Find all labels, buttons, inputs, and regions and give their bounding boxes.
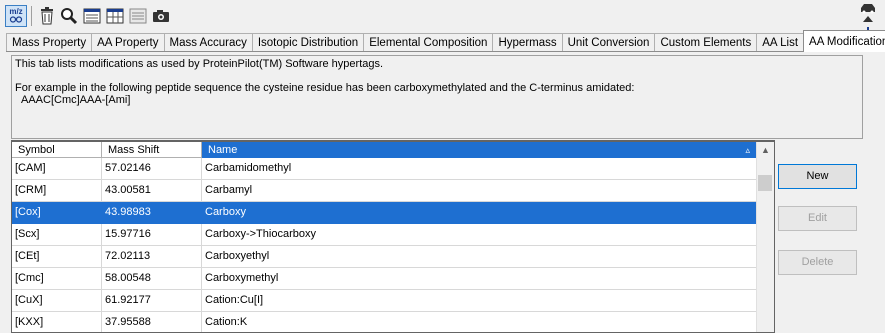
cell-mass-shift: 72.02113	[102, 246, 202, 268]
column-header-name[interactable]: Name ▵	[202, 142, 757, 158]
tab-aa-list[interactable]: AA List	[756, 33, 805, 52]
table-header: Symbol Mass Shift Name ▵	[12, 142, 757, 158]
scroll-up-icon[interactable]: ▲	[757, 142, 774, 158]
table-row[interactable]: [Cmc] 58.00548 Carboxymethyl	[12, 268, 757, 290]
cell-mass-shift: 43.98983	[102, 202, 202, 224]
tab-custom-elements[interactable]: Custom Elements	[654, 33, 758, 52]
table-icon	[106, 8, 124, 24]
list-tool-button[interactable]	[127, 5, 149, 27]
table-row[interactable]: [CuX] 61.92177 Cation:Cu[I]	[12, 290, 757, 312]
delete-tool-button[interactable]	[36, 5, 58, 27]
mz-icon: m/z	[9, 7, 23, 25]
calculator-tool-button[interactable]	[81, 5, 103, 27]
cell-mass-shift: 58.00548	[102, 268, 202, 290]
tab-unit-conversion[interactable]: Unit Conversion	[561, 33, 656, 52]
calculator-icon	[83, 8, 101, 24]
cell-name: Carboxy->Thiocarboxy	[202, 224, 757, 246]
cell-name: Carboxymethyl	[202, 268, 757, 290]
search-icon	[61, 8, 78, 25]
tab-mass-accuracy[interactable]: Mass Accuracy	[163, 33, 253, 52]
tab-aa-modifications[interactable]: AA Modifications	[803, 30, 885, 52]
car-icon[interactable]	[859, 2, 877, 14]
cell-mass-shift: 61.92177	[102, 290, 202, 312]
trash-icon	[41, 7, 53, 25]
cell-mass-shift: 37.95588	[102, 312, 202, 332]
cell-symbol: [KXX]	[12, 312, 102, 332]
tab-aa-property[interactable]: AA Property	[91, 33, 165, 52]
list-icon	[129, 8, 147, 24]
toolbar: m/z	[0, 0, 885, 38]
tab-isotopic-distribution[interactable]: Isotopic Distribution	[251, 33, 365, 52]
table-row[interactable]: [KXX] 37.95588 Cation:K	[12, 312, 757, 332]
tab-hypermass[interactable]: Hypermass	[492, 33, 563, 52]
tab-mass-property[interactable]: Mass Property	[6, 33, 93, 52]
aa-modifications-panel: This tab lists modifications as used by …	[6, 51, 866, 333]
sort-ascending-icon: ▵	[745, 145, 750, 155]
cell-symbol: [CuX]	[12, 290, 102, 312]
cell-name: Carbamidomethyl	[202, 158, 757, 180]
description-box: This tab lists modifications as used by …	[11, 55, 863, 139]
cell-symbol: [Cox]	[12, 202, 102, 224]
mz-button[interactable]: m/z	[5, 5, 27, 27]
table-row[interactable]: [Cox] 43.98983 Carboxy	[12, 202, 757, 224]
camera-icon	[153, 10, 169, 22]
table-row[interactable]: [CAM] 57.02146 Carbamidomethyl	[12, 158, 757, 180]
tab-elemental-composition[interactable]: Elemental Composition	[363, 33, 494, 52]
search-tool-button[interactable]	[58, 5, 80, 27]
cell-mass-shift: 57.02146	[102, 158, 202, 180]
cell-mass-shift: 43.00581	[102, 180, 202, 202]
table-row[interactable]: [Scx] 15.97716 Carboxy->Thiocarboxy	[12, 224, 757, 246]
description-line-1: This tab lists modifications as used by …	[15, 58, 384, 70]
cell-name: Carboxy	[202, 202, 757, 224]
modifications-table[interactable]: Symbol Mass Shift Name ▵ [CAM] 57.02146 Ca…	[11, 140, 775, 333]
vertical-scrollbar[interactable]: ▲	[756, 142, 774, 332]
column-header-symbol[interactable]: Symbol	[12, 142, 102, 158]
cell-name: Carbamyl	[202, 180, 757, 202]
description-line-2: For example in the following peptide seq…	[15, 82, 635, 94]
cell-name: Carboxyethyl	[202, 246, 757, 268]
table-tool-button[interactable]	[104, 5, 126, 27]
delete-button[interactable]: Delete	[778, 250, 857, 275]
column-header-name-label: Name	[208, 144, 238, 156]
edit-button[interactable]: Edit	[778, 206, 857, 231]
table-row[interactable]: [CEt] 72.02113 Carboxyethyl	[12, 246, 757, 268]
cell-symbol: [CAM]	[12, 158, 102, 180]
tab-bar: Mass Property AA Property Mass Accuracy …	[6, 30, 885, 52]
cell-symbol: [CRM]	[12, 180, 102, 202]
arrow-up-icon[interactable]	[859, 16, 877, 24]
cell-name: Cation:Cu[I]	[202, 290, 757, 312]
camera-tool-button[interactable]	[150, 5, 172, 27]
table-row[interactable]: [CRM] 43.00581 Carbamyl	[12, 180, 757, 202]
cell-symbol: [Scx]	[12, 224, 102, 246]
cell-mass-shift: 15.97716	[102, 224, 202, 246]
cell-symbol: [CEt]	[12, 246, 102, 268]
cell-symbol: [Cmc]	[12, 268, 102, 290]
scrollbar-thumb[interactable]	[758, 175, 772, 191]
new-button[interactable]: New	[778, 164, 857, 189]
toolbar-separator	[31, 6, 32, 26]
cell-name: Cation:K	[202, 312, 757, 332]
description-example: AAAC[Cmc]AAA-[Ami]	[21, 94, 131, 106]
column-header-mass-shift[interactable]: Mass Shift	[102, 142, 202, 158]
